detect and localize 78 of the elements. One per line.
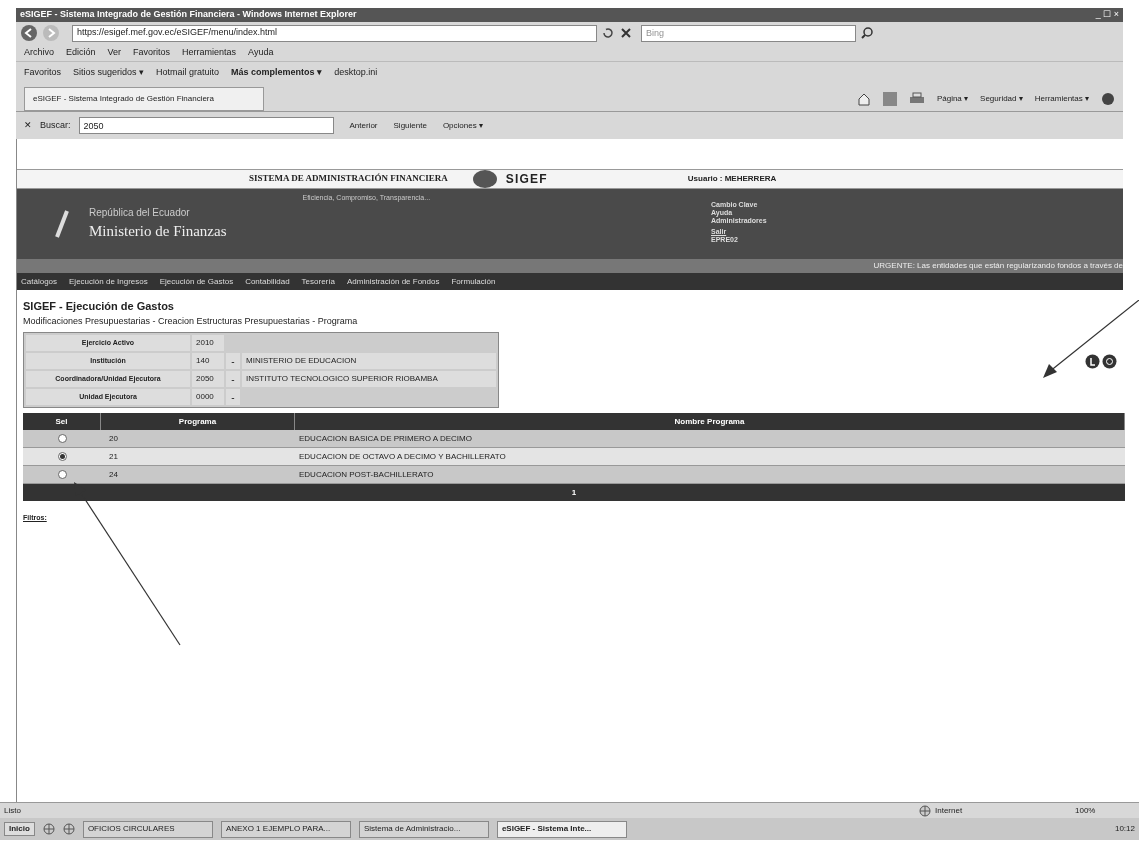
logo-text: SIGEF [505,171,548,188]
home-icon[interactable] [856,92,871,106]
globe-icon [62,823,75,835]
menu-item[interactable]: Favoritos [133,45,171,60]
command-button[interactable]: Seguridad ▾ [980,93,1023,105]
page-link[interactable]: 1 [571,486,577,499]
nav-item[interactable]: Formulación [451,275,496,288]
table-cell-text: 24 [108,468,119,481]
nav-item[interactable]: Catálogos [21,275,58,288]
menu-item[interactable]: Ayuda [248,45,274,60]
favorites-link[interactable]: Más complementos ▾ [231,66,323,80]
help-icon[interactable] [1101,92,1115,106]
search-icon[interactable] [860,26,874,40]
nav-item[interactable]: Administración de Fondos [346,275,440,288]
nav-item[interactable]: Tesorería [301,275,335,288]
favorites-button[interactable]: Favoritos [24,66,61,80]
favorites-link[interactable]: Hotmail gratuito [156,66,220,80]
info-code: 2010 [192,335,224,351]
browser-icon [42,823,55,835]
user-label: Usuario : MEHERRERA [687,173,777,185]
browser-tab[interactable]: eSIGEF - Sistema Integrado de Gestión Financiera [24,87,264,111]
menu-item[interactable]: Ver [107,45,122,60]
close-find-button[interactable]: ✕ [24,118,32,133]
status-text: Listo [4,804,21,817]
search-field[interactable]: Bing [641,24,856,42]
banner-country: República del Ecuador [89,206,191,221]
taskbar-item[interactable]: eSIGEF - Sistema Inte... [496,820,627,838]
separator-text: - [231,372,235,387]
row-radio[interactable] [57,470,67,479]
start-button[interactable]: Inicio [4,822,35,836]
window-title: eSIGEF - Sistema Integrado de Gestión Financiera - Windows Internet Explorer [20,8,357,22]
clock: 10:12 [1114,823,1135,835]
row-radio[interactable] [57,434,67,443]
taskbar-item[interactable]: OFICIOS CIRCULARES [82,820,213,838]
find-button[interactable]: Siguiente [393,119,427,132]
menu-item[interactable]: Herramientas [182,45,237,60]
find-label: Buscar: [40,118,71,132]
command-button[interactable]: Página ▾ [936,93,969,105]
system-title: SISTEMA DE ADMINISTRACIÓN FINANCIERA [249,172,448,186]
separator-text: - [231,390,235,405]
menu-item[interactable]: Edición [66,45,96,60]
table-cell-text: 20 [108,432,119,445]
find-button[interactable]: Anterior [349,119,378,132]
info-code: 140 [192,353,224,369]
nav-item[interactable]: Contabilidad [245,275,290,288]
refresh-icon[interactable] [601,26,615,40]
zone-text: Internet [935,804,964,817]
notice-text: URGENTE: Las entidades que están regularizando fondos a través de [873,260,1123,272]
back-icon[interactable] [20,24,38,42]
banner-ministry: Ministerio de Finanzas [89,222,227,242]
table-cell-text: 21 [108,450,119,463]
info-value: INSTITUTO TECNOLOGICO SUPERIOR RIOBAMBA [242,371,496,387]
info-code: 2050 [192,371,224,387]
close-icon[interactable] [619,26,633,40]
find-button[interactable]: Opciones ▾ [442,119,483,132]
command-button[interactable]: Herramientas ▾ [1034,93,1089,105]
row-radio[interactable] [57,452,67,461]
nav-item[interactable]: Ejecución de Gastos [159,275,234,288]
address-field[interactable]: https://esigef.mef.gov.ec/eSIGEF/menu/index.html [72,24,597,42]
taskbar-item[interactable]: Sistema de Administracio... [358,820,489,838]
favorites-link[interactable]: desktop.ini [334,66,378,80]
table-cell-text: EDUCACION BASICA DE PRIMERO A DECIMO [298,432,473,445]
find-field[interactable]: 2050 [78,117,334,134]
favorites-link[interactable]: Sitios sugeridos ▾ [73,66,145,80]
printer-icon[interactable] [908,92,925,106]
refresh-icon[interactable] [1102,354,1117,369]
taskbar-item[interactable]: ANEXO 1 EJEMPLO PARA... [220,820,351,838]
breadcrumb: Modificaciones Presupuestarias - Creacion Estructuras Presupuestarias - Programa [23,314,359,328]
table-cell-text: EDUCACION DE OCTAVO A DECIMO Y BACHILLERATO [298,450,507,463]
menu-item[interactable]: Archivo [24,45,54,60]
table-cell-text: EDUCACION POST-BACHILLERATO [298,468,435,481]
info-value: MINISTERIO DE EDUCACION [242,353,496,369]
window-controls[interactable]: _ ☐ × [1095,8,1119,22]
zoom-button[interactable]: 100% [1075,804,1135,817]
page-heading: SIGEF - Ejecución de Gastos [23,299,175,314]
info-code: 0000 [192,389,224,405]
separator-text: - [231,354,235,369]
nav-item[interactable]: Ejecución de Ingresos [69,275,148,288]
